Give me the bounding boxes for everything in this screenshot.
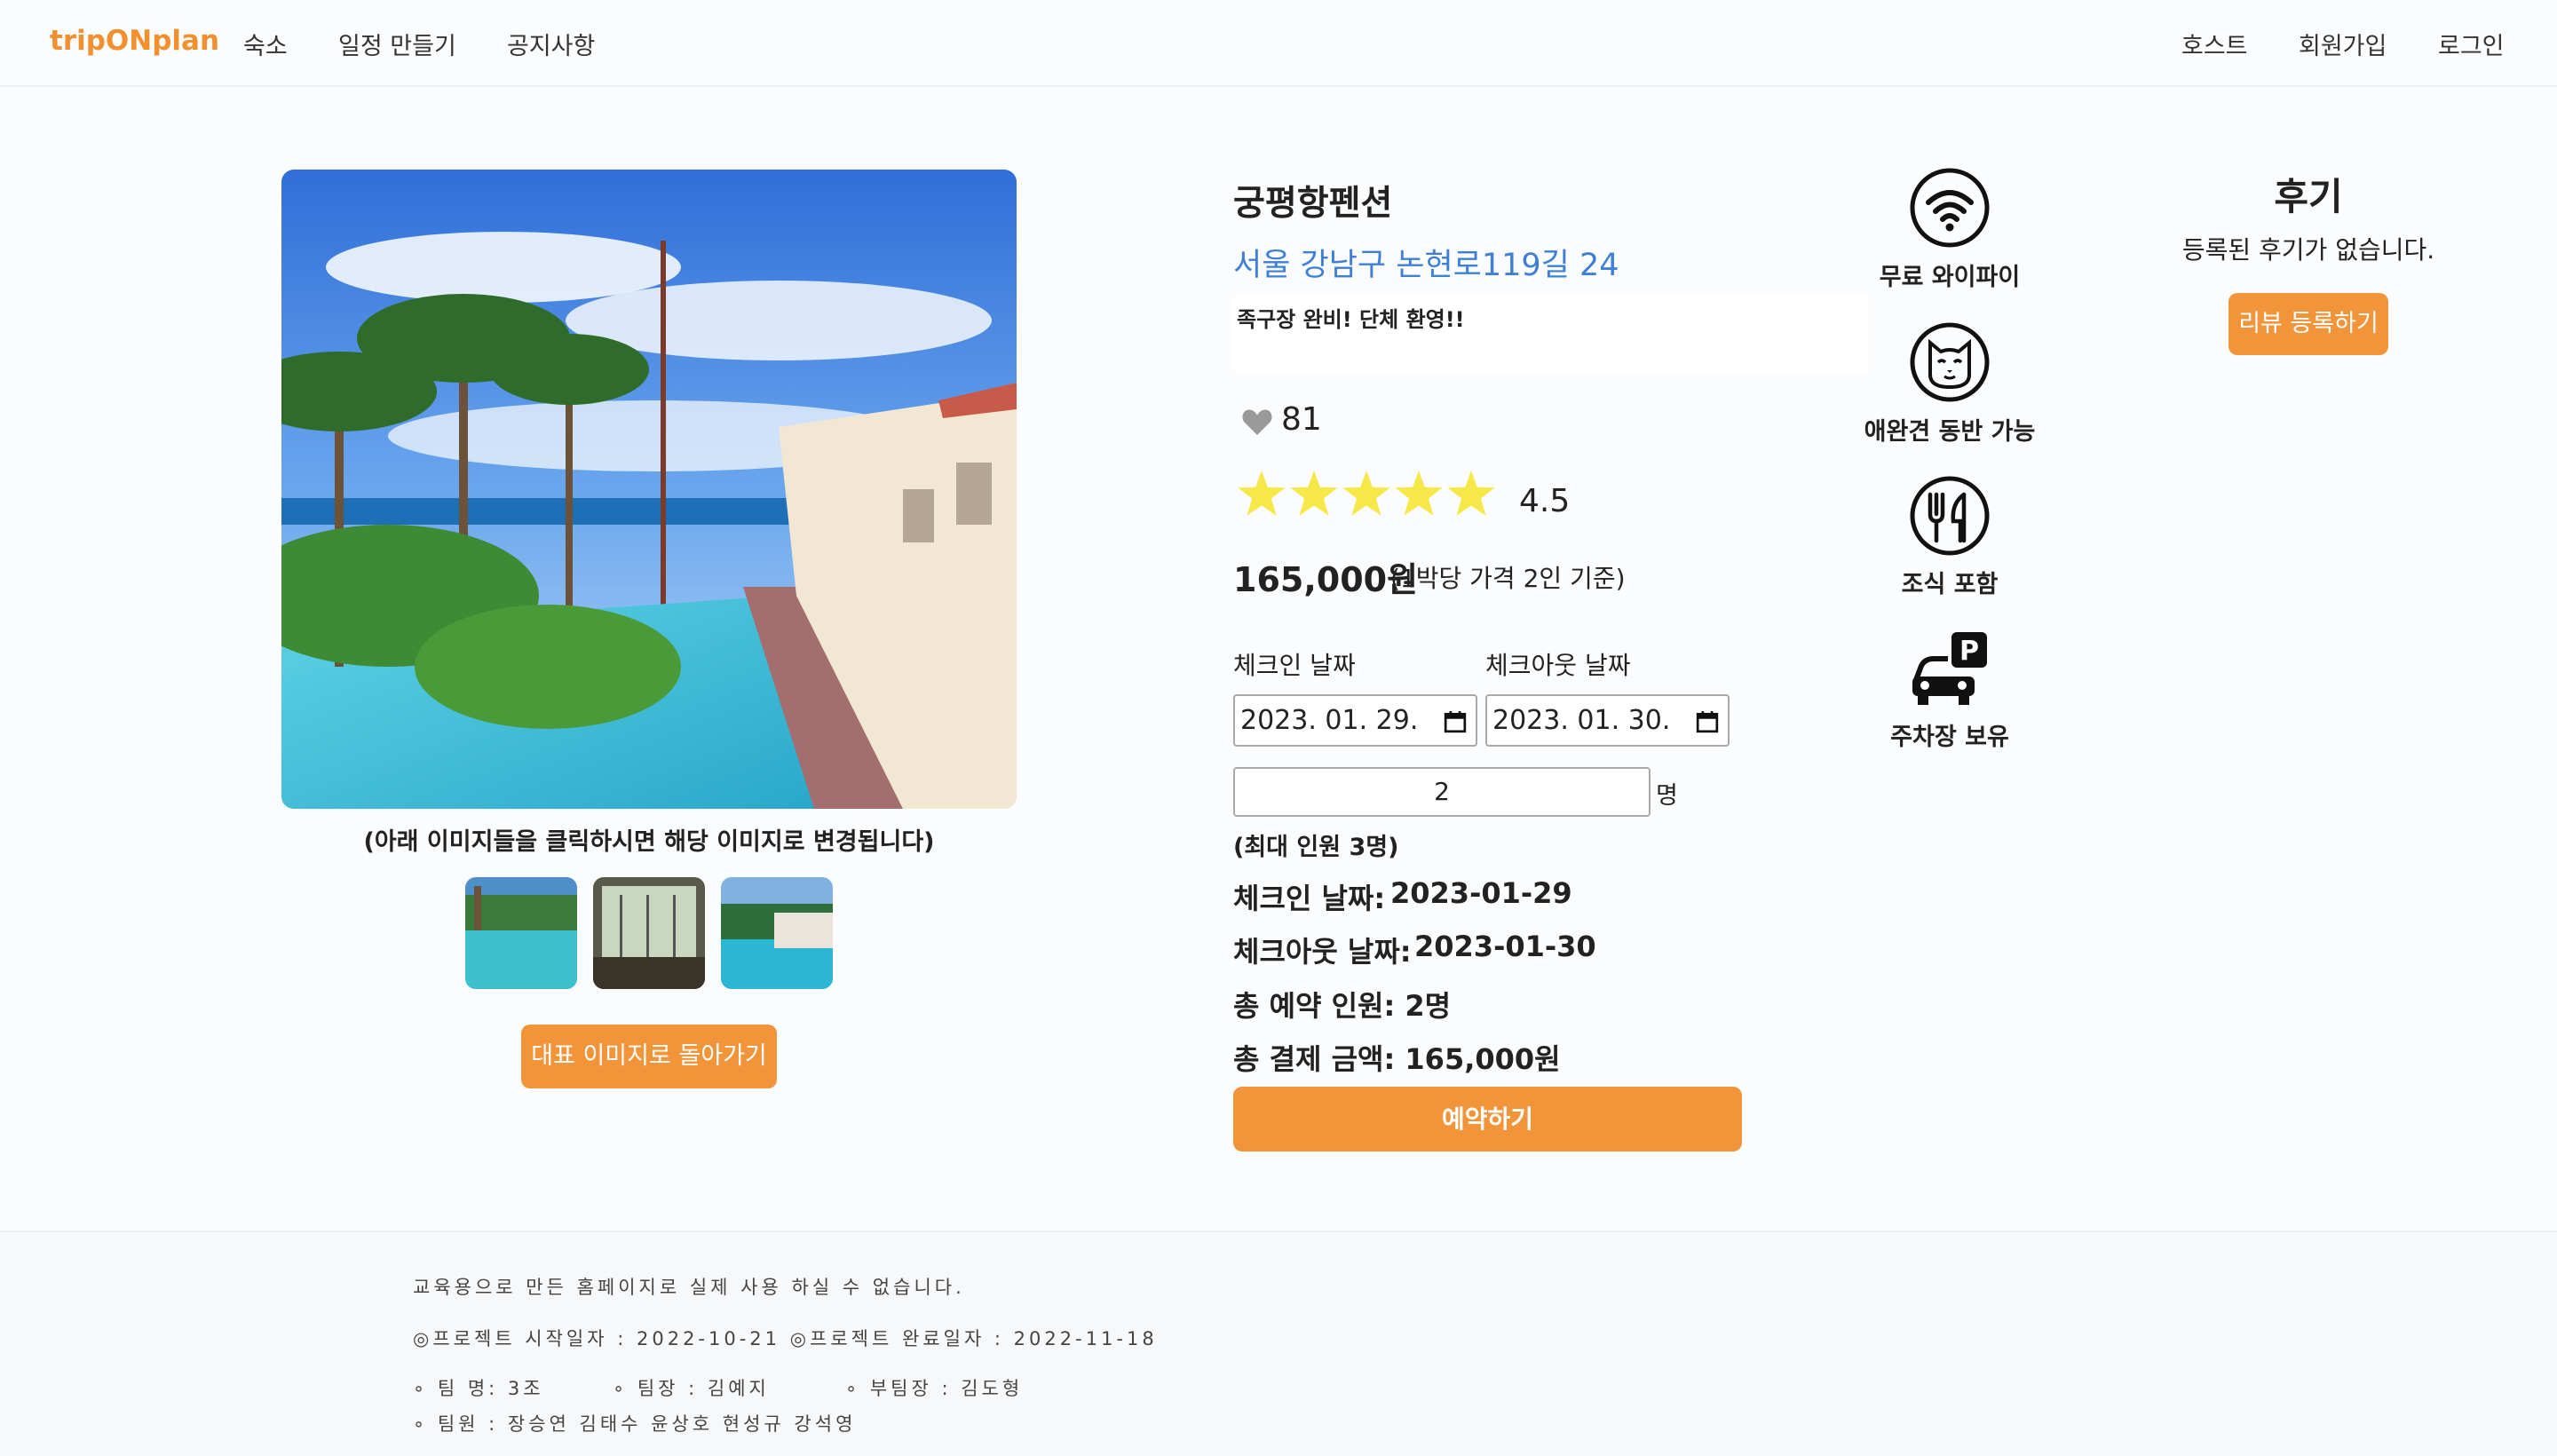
footer-members: ∘ 팀원 : 장승연 김태수 윤상호 현성규 강석영 — [413, 1413, 857, 1435]
like-count: 81 — [1281, 401, 1322, 438]
listing-address[interactable]: 서울 강남구 논현로119길 24 — [1233, 240, 1619, 285]
footer-subleader: ∘ 부팀장 : 김도형 — [845, 1378, 1024, 1399]
star-icon — [1395, 471, 1443, 516]
max-guests: (최대 인원 3명) — [1233, 834, 1399, 861]
total-guests: 총 예약 인원: 2명 — [1233, 989, 1452, 1023]
checkin-label: 체크인 날짜 — [1233, 651, 1356, 680]
nav-item-notice[interactable]: 공지사항 — [507, 27, 595, 61]
checkout-label: 체크아웃 날짜 — [1485, 651, 1631, 680]
footer: 교육용으로 만든 홈페이지로 실제 사용 하실 수 없습니다. ◎프로젝트 시작… — [0, 1230, 2557, 1456]
navbar: tripONplan 숙소 일정 만들기 공지사항 호스트 회원가입 로그인 — [0, 0, 2557, 87]
brand-logo[interactable]: tripONplan — [50, 25, 219, 57]
rating-stars — [1238, 471, 1495, 516]
write-review-button[interactable]: 리뷰 등록하기 — [2228, 293, 2388, 355]
total-price: 총 결제 금액: 165,000원 — [1233, 1042, 1561, 1076]
footer-leader: ∘ 팀장 : 김예지 — [613, 1378, 770, 1399]
checkin-date-value: 2023. 01. 29. — [1240, 705, 1419, 736]
thumbnail-1[interactable] — [465, 877, 577, 989]
wifi-icon — [1910, 168, 1990, 248]
star-icon — [1290, 471, 1338, 516]
summary-checkout-value: 2023-01-30 — [1414, 930, 1596, 963]
calendar-icon[interactable] — [1444, 710, 1467, 733]
amenity-pet: 애완견 동반 가능 — [1864, 418, 2036, 446]
rating-value: 4.5 — [1519, 483, 1571, 519]
svg-text:P: P — [1959, 636, 1979, 667]
footer-dates: ◎프로젝트 시작일자 : 2022-10-21 ◎프로젝트 완료일자 : 202… — [413, 1328, 1158, 1349]
checkout-date-value: 2023. 01. 30. — [1492, 705, 1671, 736]
dining-icon — [1910, 476, 1990, 556]
nav-item-signup[interactable]: 회원가입 — [2299, 27, 2387, 61]
star-icon — [1447, 471, 1495, 516]
price-note: (1박당 가격 2인 기준) — [1390, 564, 1626, 593]
nav-item-host[interactable]: 호스트 — [2181, 27, 2248, 61]
parking-car-icon: P — [1912, 632, 1987, 705]
cat-icon — [1910, 322, 1990, 402]
listing-title: 궁평항펜션 — [1233, 184, 1393, 224]
guest-unit: 명 — [1656, 782, 1678, 810]
main-photo — [281, 170, 1017, 809]
thumbnail-3[interactable] — [721, 877, 833, 989]
amenity-wifi: 무료 와이파이 — [1879, 264, 2021, 291]
thumbnail-2[interactable] — [593, 877, 705, 989]
checkout-date-input[interactable]: 2023. 01. 30. — [1485, 694, 1730, 747]
footer-notice: 교육용으로 만든 홈페이지로 실제 사용 하실 수 없습니다. — [413, 1277, 965, 1298]
gallery-hint: (아래 이미지들을 클릭하시면 해당 이미지로 변경됩니다) — [363, 828, 935, 856]
amenity-breakfast: 조식 포함 — [1901, 571, 1999, 598]
checkin-date-input[interactable]: 2023. 01. 29. — [1233, 694, 1477, 747]
calendar-icon[interactable] — [1696, 710, 1719, 733]
star-icon — [1238, 471, 1286, 516]
nav-item-planner[interactable]: 일정 만들기 — [338, 27, 456, 61]
nav-item-stay[interactable]: 숙소 — [243, 27, 288, 61]
summary-checkin-value: 2023-01-29 — [1390, 876, 1572, 910]
book-button[interactable]: 예약하기 — [1233, 1087, 1742, 1151]
footer-team-name: ∘ 팀 명: 3조 — [413, 1378, 544, 1399]
review-title: 후기 — [2274, 175, 2343, 218]
guest-count-input[interactable]: 2 — [1233, 767, 1651, 817]
review-empty-text: 등록된 후기가 없습니다. — [2181, 235, 2435, 265]
heart-icon[interactable] — [1241, 407, 1273, 437]
back-to-main-image-button[interactable]: 대표 이미지로 돌아가기 — [521, 1025, 777, 1088]
nav-item-login[interactable]: 로그인 — [2438, 27, 2505, 61]
star-icon — [1342, 471, 1390, 516]
summary-checkin-label: 체크인 날짜: — [1233, 882, 1386, 915]
amenity-parking: 주차장 보유 — [1890, 724, 2009, 751]
listing-description: 족구장 완비! 단체 환영!! — [1237, 307, 1465, 332]
summary-checkout-label: 체크아웃 날짜: — [1233, 935, 1412, 969]
